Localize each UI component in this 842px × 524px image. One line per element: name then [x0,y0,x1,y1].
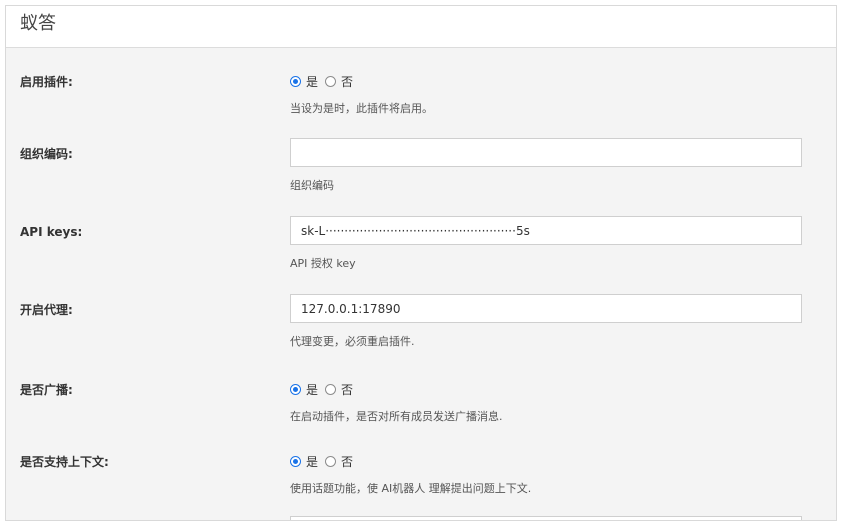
org-code-input[interactable] [290,138,802,167]
enable-plugin-no-label[interactable]: 否 [341,73,353,90]
enable-plugin-yes-radio[interactable] [290,75,301,87]
context-radio-group: 是 否 [290,452,802,470]
context-no-radio[interactable] [325,455,337,467]
context-no-label[interactable]: 否 [341,453,353,470]
broadcast-no-radio[interactable] [325,383,337,395]
api-keys-field: API 授权 key [290,216,802,271]
broadcast-no-label[interactable]: 否 [341,381,353,398]
proxy-help: 代理变更，必须重启插件. [290,335,415,348]
proxy-label: 开启代理: [20,303,73,317]
broadcast-help: 在启动插件，是否对所有成员发送广播消息. [290,410,503,423]
enable-plugin-field: 是 否 当设为是时，此插件将启用。 [290,72,802,116]
broadcast-label: 是否广播: [20,383,73,397]
context-label: 是否支持上下文: [20,455,109,469]
panel-header: 蚁答 [6,6,836,48]
org-code-label: 组织编码: [20,147,73,161]
context-yes-radio[interactable] [290,455,301,467]
broadcast-radio-group: 是 否 [290,380,802,398]
context-field: 是 否 使用话题功能，使 AI机器人 理解提出问题上下文. [290,452,802,496]
api-keys-input[interactable] [290,216,802,245]
next-field-input[interactable] [290,516,802,520]
enable-plugin-help: 当设为是时，此插件将启用。 [290,102,433,115]
proxy-input[interactable] [290,294,802,323]
broadcast-field: 是 否 在启动插件，是否对所有成员发送广播消息. [290,380,802,424]
enable-plugin-no-radio[interactable] [325,75,337,87]
context-yes-label[interactable]: 是 [306,453,318,470]
page-title: 蚁答 [20,13,56,34]
org-code-field: 组织编码 [290,138,802,193]
api-keys-help: API 授权 key [290,257,356,270]
org-code-help: 组织编码 [290,179,334,192]
enable-plugin-radio-group: 是 否 [290,72,802,90]
context-help: 使用话题功能，使 AI机器人 理解提出问题上下文. [290,482,532,495]
enable-plugin-label: 启用插件: [20,75,73,89]
settings-panel: 蚁答 启用插件: 是 否 当设为是时，此插件将启用。 组织编码: 组织编码 AP… [5,5,837,521]
broadcast-yes-radio[interactable] [290,383,301,395]
broadcast-yes-label[interactable]: 是 [306,381,318,398]
proxy-field: 代理变更，必须重启插件. [290,294,802,349]
enable-plugin-yes-label[interactable]: 是 [306,73,318,90]
api-keys-label: API keys: [20,225,83,239]
